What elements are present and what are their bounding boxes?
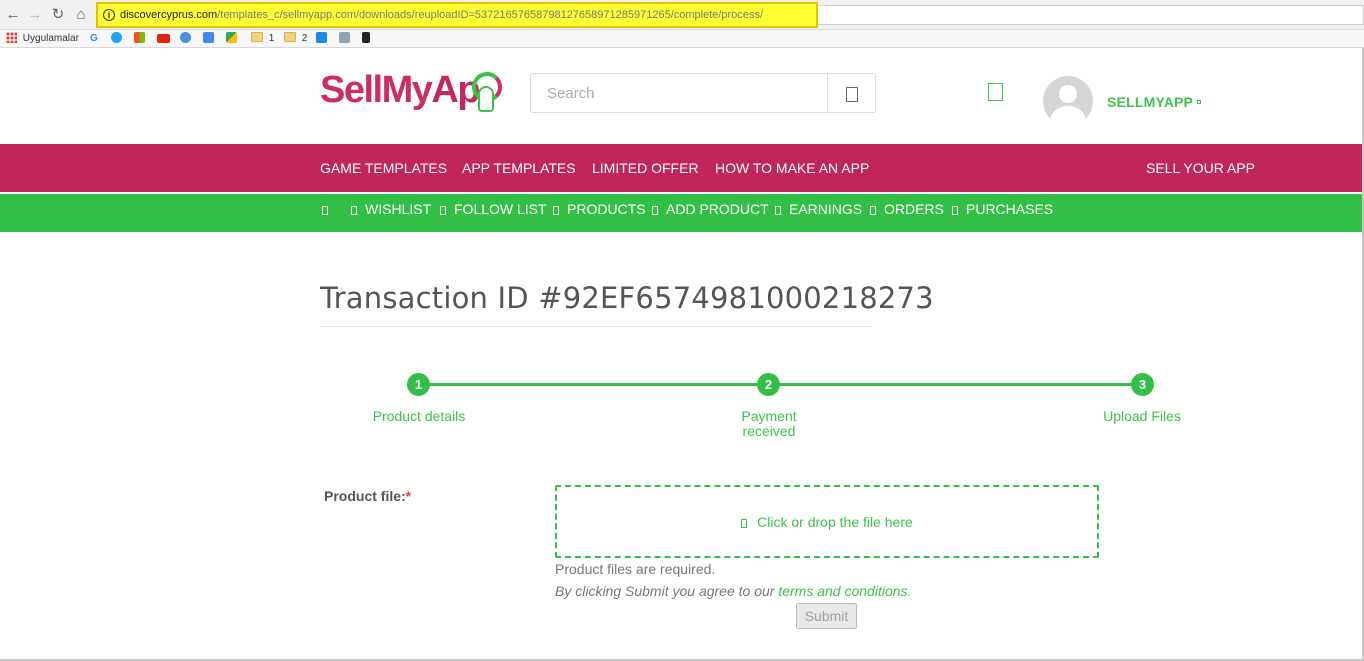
folder-icon: [251, 32, 263, 42]
logo-hand-icon: [478, 86, 494, 112]
account-nav: WISHLIST FOLLOW LIST PRODUCTS ADD PRODUC…: [0, 194, 1364, 232]
search-box: [530, 73, 876, 113]
heart-icon: [351, 206, 357, 215]
twitter-icon[interactable]: [111, 32, 122, 46]
avatar[interactable]: [1043, 76, 1093, 126]
apps-grid-icon: [6, 32, 17, 43]
step-2-marker: 2: [757, 373, 780, 396]
subnav-add-product-label: ADD PRODUCT: [666, 201, 769, 217]
bookmark-folder-1[interactable]: 1: [251, 32, 274, 46]
bookmark-folder-2-label: 2: [301, 33, 308, 44]
bookmarks-bar: Uygulamalar G 1 2: [0, 30, 1364, 48]
browser-toolbar: ← → ↻ ⌂ i discovercyprus.com/templates_c…: [0, 0, 1364, 30]
nav-limited-offer[interactable]: LIMITED OFFER: [592, 160, 699, 176]
step-2-label: Payment received: [741, 408, 797, 439]
step-3-marker: 3: [1131, 373, 1154, 396]
bookmark-folder-1-label: 1: [268, 33, 275, 44]
subnav-wishlist[interactable]: WISHLIST: [351, 201, 431, 217]
logo-my: My: [381, 69, 433, 111]
chevron-down-icon: [1197, 100, 1202, 104]
forward-icon[interactable]: →: [26, 6, 44, 24]
bookmark-x-icon[interactable]: [316, 32, 327, 46]
title-divider: [320, 326, 873, 327]
site-logo[interactable]: SellMyAp: [320, 69, 502, 116]
subnav-products[interactable]: PRODUCTS: [553, 201, 646, 217]
step-1-label: Product details: [372, 408, 466, 424]
youtube-icon[interactable]: [157, 32, 170, 46]
validation-message: Product files are required.: [555, 561, 716, 577]
logo-sell: Sell: [320, 69, 383, 111]
page-title: Transaction ID #92EF6574981000218273: [320, 281, 934, 315]
translate-icon[interactable]: [203, 32, 214, 46]
subnav-orders[interactable]: ORDERS: [870, 201, 944, 217]
terms-prefix: By clicking Submit you agree to our: [555, 583, 779, 599]
site-header: SellMyAp SELLMYAPP: [0, 48, 1364, 144]
avatar-body: [1050, 106, 1086, 126]
orders-icon: [870, 206, 876, 215]
search-icon: [846, 87, 858, 102]
bookmark-tools-icon[interactable]: [339, 32, 350, 46]
step-3-label: Upload Files: [1103, 408, 1181, 424]
step-1-marker: 1: [407, 373, 430, 396]
subnav-products-label: PRODUCTS: [567, 201, 646, 217]
main-nav: GAME TEMPLATES APP TEMPLATES LIMITED OFF…: [0, 144, 1364, 192]
folder-icon: [284, 32, 296, 42]
required-marker: *: [405, 488, 412, 504]
products-icon: [553, 206, 559, 215]
nav-how-to-make-an-app[interactable]: HOW TO MAKE AN APP: [715, 160, 869, 176]
account-home-link[interactable]: [322, 201, 336, 217]
product-file-label-text: Product file:: [324, 488, 406, 504]
follow-icon: [440, 206, 446, 215]
reload-icon[interactable]: ↻: [49, 6, 67, 24]
subnav-add-product[interactable]: ADD PRODUCT: [652, 201, 769, 217]
avatar-head: [1059, 85, 1077, 103]
dropzone-text: Click or drop the file here: [557, 514, 1097, 530]
subnav-purchases-label: PURCHASES: [966, 201, 1054, 217]
subnav-follow-list-label: FOLLOW LIST: [454, 201, 547, 217]
maps-icon[interactable]: [226, 32, 237, 46]
nav-game-templates[interactable]: GAME TEMPLATES: [320, 160, 447, 176]
progress-track: [420, 383, 1142, 386]
windows-icon[interactable]: [134, 32, 145, 46]
bookmark-site-icon[interactable]: [180, 32, 191, 46]
url-path: /templates_c/sellmyapp.com/downloads/reu…: [217, 9, 764, 21]
search-button[interactable]: [827, 74, 875, 112]
earnings-icon: [775, 206, 781, 215]
subnav-orders-label: ORDERS: [884, 201, 944, 217]
url-domain: discovercyprus.com: [120, 9, 218, 21]
dashboard-icon: [322, 206, 328, 215]
subnav-follow-list[interactable]: FOLLOW LIST: [440, 201, 547, 217]
terms-link[interactable]: terms and conditions.: [778, 583, 911, 599]
bookmark-apps[interactable]: Uygulamalar: [6, 32, 79, 46]
nav-app-templates[interactable]: APP TEMPLATES: [462, 160, 576, 176]
submit-button[interactable]: Submit: [796, 603, 857, 629]
subnav-earnings-label: EARNINGS: [789, 201, 863, 217]
user-menu[interactable]: SELLMYAPP: [1107, 94, 1202, 110]
search-input[interactable]: [531, 74, 827, 112]
info-icon[interactable]: i: [103, 9, 115, 21]
bookmark-arrow-icon[interactable]: [362, 32, 370, 46]
cart-icon[interactable]: [988, 83, 1003, 101]
subnav-earnings[interactable]: EARNINGS: [775, 201, 862, 217]
plus-icon: [652, 206, 658, 215]
address-bar-extension[interactable]: [818, 5, 1364, 25]
subnav-purchases[interactable]: PURCHASES: [952, 201, 1053, 217]
upload-icon: [741, 519, 748, 528]
home-icon[interactable]: ⌂: [72, 6, 90, 24]
subnav-wishlist-label: WISHLIST: [365, 201, 432, 217]
google-icon[interactable]: G: [90, 32, 98, 46]
address-bar[interactable]: i discovercyprus.com/templates_c/sellmya…: [96, 2, 818, 28]
username-label: SELLMYAPP: [1107, 94, 1194, 110]
dropzone-label: Click or drop the file here: [757, 514, 913, 530]
back-icon[interactable]: ←: [4, 6, 22, 24]
file-dropzone[interactable]: Click or drop the file here: [555, 485, 1099, 558]
product-file-label: Product file:*: [324, 488, 411, 504]
bookmark-apps-label: Uygulamalar: [22, 33, 79, 44]
terms-notice: By clicking Submit you agree to our term…: [555, 583, 911, 599]
nav-sell-your-app[interactable]: SELL YOUR APP: [1146, 160, 1255, 176]
bookmark-folder-2[interactable]: 2: [284, 32, 307, 46]
purchases-icon: [952, 206, 958, 215]
